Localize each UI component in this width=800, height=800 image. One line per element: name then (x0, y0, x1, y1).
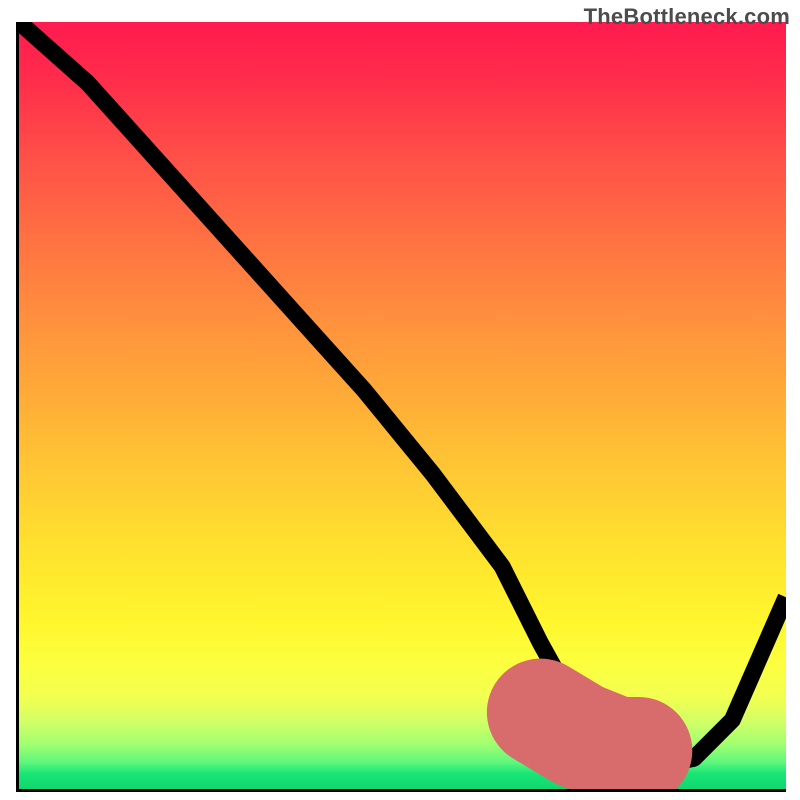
bottleneck-chart: TheBottleneck.com (0, 0, 800, 800)
chart-svg (19, 22, 786, 789)
bottleneck-curve (19, 22, 786, 766)
watermark-text: TheBottleneck.com (584, 4, 790, 30)
optimal-marker (541, 712, 694, 750)
plot-area (16, 22, 786, 792)
